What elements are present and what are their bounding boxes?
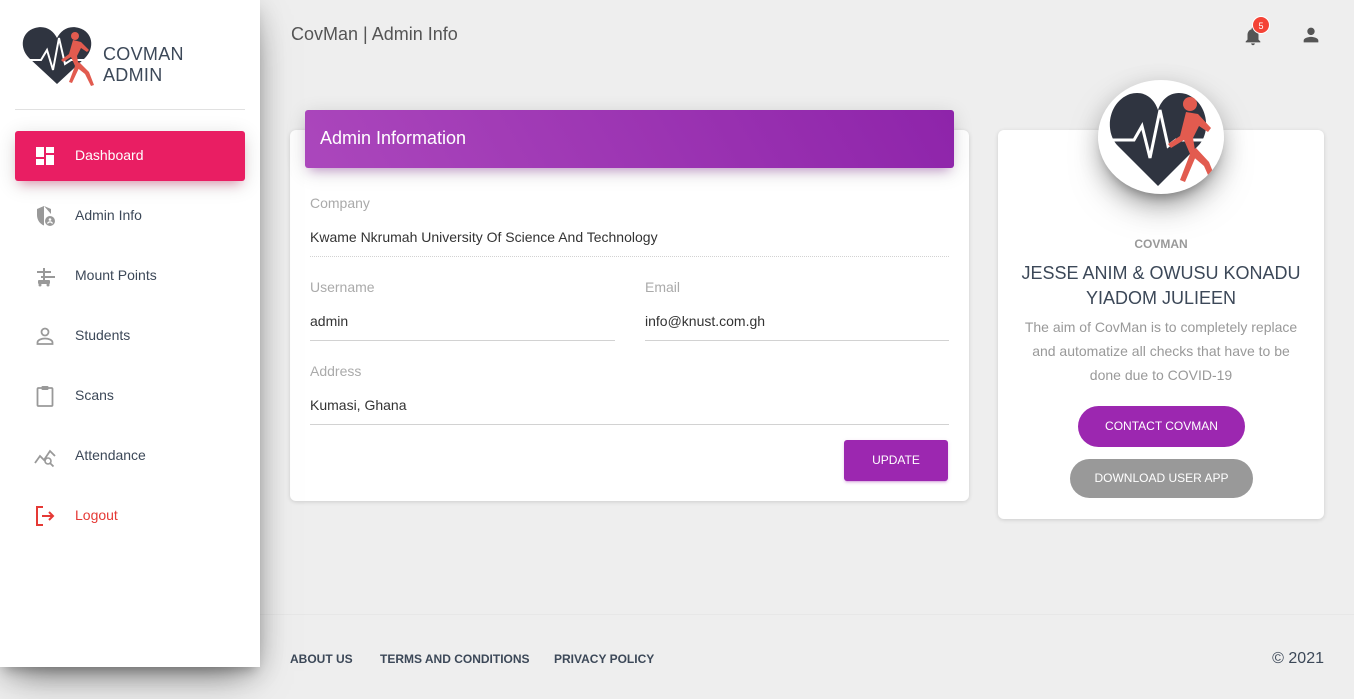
- brand[interactable]: COVMAN ADMIN: [15, 20, 245, 110]
- page-title: CovMan | Admin Info: [291, 24, 458, 44]
- username-input[interactable]: admin: [310, 313, 615, 341]
- address-label: Address: [310, 363, 362, 379]
- clipboard-icon: [36, 386, 54, 407]
- profile-name: JESSE ANIM & OWUSU KONADU YIADOM JULIEEN: [1021, 263, 1301, 308]
- sidebar-item-mount-points[interactable]: Mount Points: [15, 251, 245, 301]
- footer: ABOUT US TERMS AND CONDITIONS PRIVACY PO…: [260, 614, 1354, 699]
- profile-card: COVMAN JESSE ANIM & OWUSU KONADU YIADOM …: [998, 80, 1324, 519]
- notification-badge: 5: [1252, 16, 1270, 34]
- sidebar-item-label: Scans: [75, 387, 114, 403]
- sidebar-item-label: Attendance: [75, 447, 146, 463]
- card-header: Admin Information: [305, 110, 954, 168]
- covman-logo-icon: [19, 27, 99, 86]
- logout-icon: [36, 506, 55, 526]
- admin-shield-icon: [37, 206, 55, 226]
- email-input[interactable]: info@knust.com.gh: [645, 313, 949, 341]
- download-user-app-button[interactable]: DOWNLOAD USER APP: [1070, 459, 1253, 498]
- sidebar-item-students[interactable]: Students: [15, 311, 245, 361]
- address-field: Address Kumasi, Ghana: [310, 363, 949, 425]
- address-input[interactable]: Kumasi, Ghana: [310, 397, 949, 425]
- company-input[interactable]: Kwame Nkrumah University Of Science And …: [310, 229, 949, 257]
- sidebar-nav: Dashboard Admin Info Mount Points Studen…: [15, 131, 245, 551]
- brand-name: COVMAN ADMIN: [103, 44, 184, 85]
- copyright: © 2021: [1272, 650, 1324, 667]
- sidebar-item-label: Students: [75, 327, 131, 343]
- footer-link-privacy[interactable]: PRIVACY POLICY: [554, 652, 654, 666]
- contact-covman-button[interactable]: CONTACT COVMAN: [1078, 406, 1245, 447]
- sidebar-item-label: Logout: [75, 507, 118, 523]
- sidebar-item-dashboard[interactable]: Dashboard: [15, 131, 245, 181]
- company-field: Company Kwame Nkrumah University Of Scie…: [310, 195, 949, 257]
- update-button[interactable]: UPDATE: [844, 440, 948, 481]
- sidebar-item-attendance[interactable]: Attendance: [15, 431, 245, 481]
- dashboard-icon: [36, 147, 54, 165]
- email-field: Email info@knust.com.gh: [645, 279, 949, 341]
- sidebar-item-label: Dashboard: [75, 147, 144, 163]
- footer-link-terms[interactable]: TERMS AND CONDITIONS: [380, 652, 530, 666]
- sidebar: COVMAN ADMIN Dashboard Admin Info Mount …: [0, 0, 260, 667]
- sidebar-item-scans[interactable]: Scans: [15, 371, 245, 421]
- attendance-chart-icon: [34, 449, 56, 468]
- card-title: Admin Information: [320, 128, 467, 148]
- footer-link-about-us[interactable]: ABOUT US: [290, 652, 353, 666]
- email-label: Email: [645, 279, 681, 295]
- sidebar-item-label: Mount Points: [75, 267, 157, 283]
- username-field: Username admin: [310, 279, 615, 341]
- covman-logo-icon: [1098, 92, 1224, 186]
- sidebar-item-admin-info[interactable]: Admin Info: [15, 191, 245, 241]
- company-label: Company: [310, 195, 370, 211]
- profile-description: The aim of CovMan is to completely repla…: [1024, 319, 1298, 383]
- username-label: Username: [310, 279, 375, 295]
- sidebar-item-logout[interactable]: Logout: [15, 491, 245, 541]
- user-account-icon[interactable]: [1300, 24, 1322, 46]
- admin-info-card: Admin Information Company Kwame Nkrumah …: [290, 110, 969, 501]
- profile-category: COVMAN: [1134, 237, 1188, 251]
- sidebar-item-label: Admin Info: [75, 207, 142, 223]
- person-icon: [36, 327, 54, 345]
- mount-point-icon: [37, 268, 55, 287]
- avatar: [1098, 80, 1224, 194]
